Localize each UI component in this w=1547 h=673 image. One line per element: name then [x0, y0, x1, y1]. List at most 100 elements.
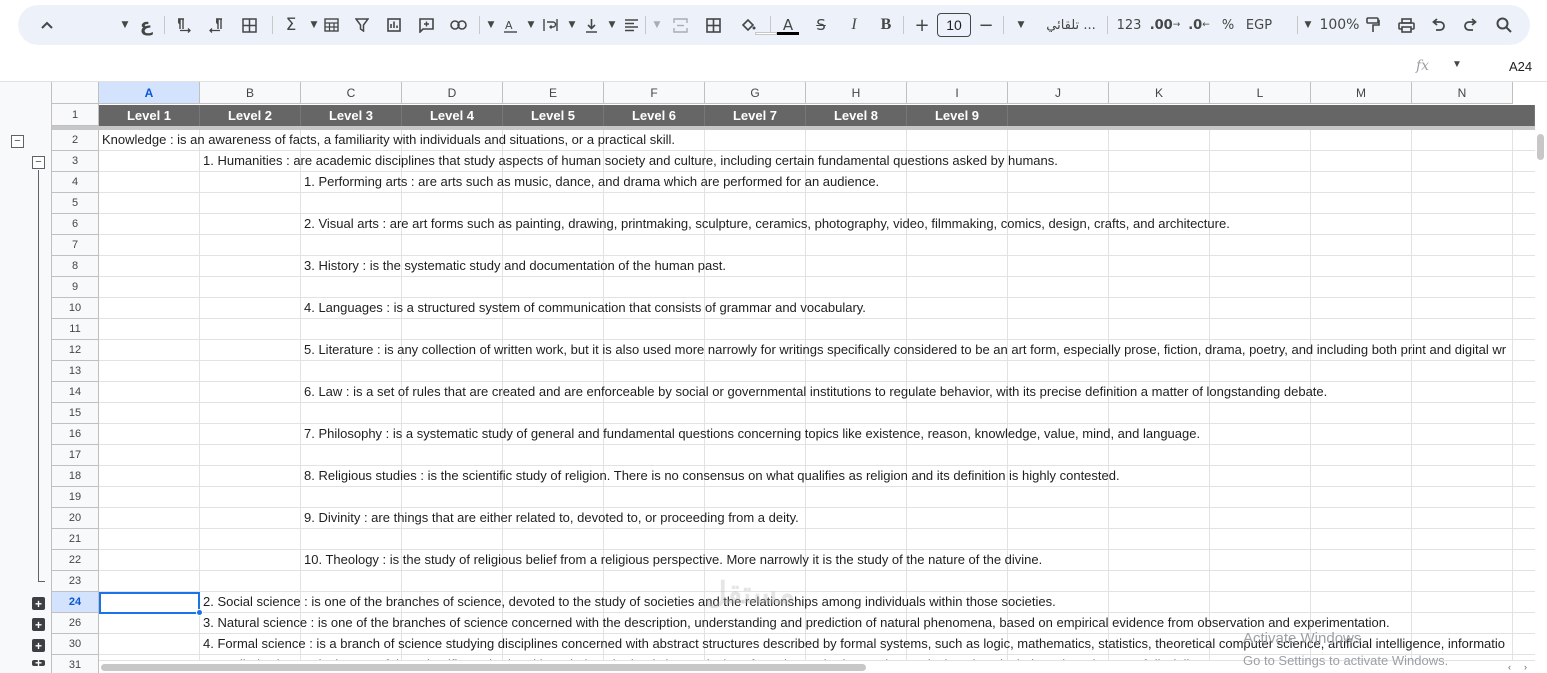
column-header-k[interactable]: K: [1109, 82, 1210, 104]
row-header-23[interactable]: 23: [52, 571, 99, 592]
row-header-17[interactable]: 17: [52, 445, 99, 466]
functions-dropdown-icon[interactable]: ▼: [308, 5, 320, 45]
strikethrough-icon[interactable]: S: [810, 5, 832, 45]
ltr-text-direction-icon[interactable]: [173, 5, 195, 45]
column-header-i[interactable]: I: [907, 82, 1008, 104]
select-all-corner[interactable]: [52, 82, 99, 104]
decrease-decimal-button[interactable]: .0 ←: [1184, 5, 1214, 45]
vertical-align-icon[interactable]: [580, 5, 602, 45]
expand-group-row24-button[interactable]: +: [32, 597, 45, 610]
header-cell-level-9[interactable]: Level 9: [907, 105, 1008, 126]
column-header-f[interactable]: F: [604, 82, 705, 104]
active-cell-a24[interactable]: [99, 592, 200, 614]
header-cell-level-7[interactable]: Level 7: [705, 105, 806, 126]
column-header-l[interactable]: L: [1210, 82, 1311, 104]
text-color-icon[interactable]: A: [777, 5, 799, 45]
column-header-e[interactable]: E: [503, 82, 604, 104]
cell-row-7[interactable]: [304, 235, 1535, 255]
italic-icon[interactable]: I: [843, 5, 865, 45]
number-format-button[interactable]: 123: [1115, 5, 1143, 45]
row-header-31[interactable]: 31: [52, 655, 99, 673]
vertical-align-dropdown-icon[interactable]: ▼: [566, 5, 578, 45]
column-header-c[interactable]: C: [301, 82, 402, 104]
cell-row-20[interactable]: 9. Divinity : are things that are either…: [304, 508, 1535, 528]
cell-row-12[interactable]: 5. Literature : is any collection of wri…: [304, 340, 1535, 360]
undo-icon[interactable]: [1426, 5, 1450, 45]
cell-row-6[interactable]: 2. Visual arts : are art forms such as p…: [304, 214, 1535, 234]
header-cell-level-8[interactable]: Level 8: [806, 105, 907, 126]
percent-format-button[interactable]: %: [1218, 5, 1238, 45]
cell-row-2[interactable]: Knowledge : is an awareness of facts, a …: [102, 130, 1535, 150]
row-header-21[interactable]: 21: [52, 529, 99, 550]
cell-row-18[interactable]: 8. Religious studies : is the scientific…: [304, 466, 1535, 486]
collapse-group-level1-button[interactable]: −: [11, 135, 24, 148]
cell-row-11[interactable]: [304, 319, 1535, 339]
insert-comment-icon[interactable]: [415, 5, 437, 45]
cell-row-13[interactable]: [304, 361, 1535, 381]
row-header-7[interactable]: 7: [52, 235, 99, 256]
cell-row-16[interactable]: 7. Philosophy : is a systematic study of…: [304, 424, 1535, 444]
row-header-14[interactable]: 14: [52, 382, 99, 403]
text-rotation-dropdown-icon[interactable]: ▼: [485, 5, 497, 45]
zoom-select[interactable]: ▼ 100%: [1305, 5, 1360, 45]
row-header-20[interactable]: 20: [52, 508, 99, 529]
scroll-right-icon[interactable]: ›: [1524, 662, 1527, 672]
column-header-b[interactable]: B: [200, 82, 301, 104]
column-header-d[interactable]: D: [402, 82, 503, 104]
cell-row-8[interactable]: 3. History : is the systematic study and…: [304, 256, 1535, 276]
currency-format-button[interactable]: EGP: [1244, 5, 1274, 45]
row-header-18[interactable]: 18: [52, 466, 99, 487]
increase-decimal-button[interactable]: .00 →: [1149, 5, 1181, 45]
decrease-font-size-icon[interactable]: −: [975, 5, 997, 45]
column-header-a[interactable]: A: [99, 82, 200, 104]
fill-color-icon[interactable]: [737, 5, 759, 45]
insert-chart-icon[interactable]: [383, 5, 405, 45]
column-header-n[interactable]: N: [1412, 82, 1513, 104]
font-size-input[interactable]: 10: [937, 13, 971, 37]
table-view-icon[interactable]: [320, 5, 342, 45]
scroll-left-icon[interactable]: ‹: [1508, 662, 1511, 672]
row-header-3[interactable]: 3: [52, 151, 99, 172]
text-wrapping-icon[interactable]: [539, 5, 561, 45]
borders-icon[interactable]: [702, 5, 724, 45]
cell-row-24[interactable]: 2. Social science : is one of the branch…: [203, 592, 1535, 612]
expand-group-row30-button[interactable]: +: [32, 639, 45, 652]
input-tools-icon[interactable]: ع: [137, 5, 155, 45]
column-header-j[interactable]: J: [1008, 82, 1109, 104]
cell-row-10[interactable]: 4. Languages : is a structured system of…: [304, 298, 1535, 318]
row-header-24[interactable]: 24: [52, 592, 99, 613]
row-header-26[interactable]: 26: [52, 613, 99, 634]
input-tools-dropdown-icon[interactable]: ▼: [118, 5, 132, 45]
expand-group-row26-button[interactable]: +: [32, 618, 45, 631]
horizontal-align-icon[interactable]: [620, 5, 642, 45]
row-header-11[interactable]: 11: [52, 319, 99, 340]
cell-row-5[interactable]: [304, 193, 1535, 213]
name-box-dropdown-icon[interactable]: ▼: [1452, 59, 1462, 70]
header-cell-level-3[interactable]: Level 3: [301, 105, 402, 126]
header-cell-level-4[interactable]: Level 4: [402, 105, 503, 126]
row-header-15[interactable]: 15: [52, 403, 99, 424]
filter-icon[interactable]: [351, 5, 373, 45]
row-header-6[interactable]: 6: [52, 214, 99, 235]
header-cell-level-2[interactable]: Level 2: [200, 105, 301, 126]
row-header-16[interactable]: 16: [52, 424, 99, 445]
row-header-2[interactable]: 2: [52, 130, 99, 151]
redo-icon[interactable]: [1459, 5, 1483, 45]
column-header-h[interactable]: H: [806, 82, 907, 104]
bold-icon[interactable]: B: [875, 5, 897, 45]
expand-group-row31-button[interactable]: +: [32, 660, 45, 666]
header-cell-level-6[interactable]: Level 6: [604, 105, 705, 126]
search-icon[interactable]: [1492, 5, 1516, 45]
row-header-8[interactable]: 8: [52, 256, 99, 277]
horizontal-scrollbar-thumb[interactable]: [101, 664, 866, 671]
header-cell-level-5[interactable]: Level 5: [503, 105, 604, 126]
column-header-m[interactable]: M: [1311, 82, 1412, 104]
cell-row-23[interactable]: [304, 571, 1535, 591]
vertical-scrollbar-thumb[interactable]: [1537, 134, 1544, 160]
collapse-menus-icon[interactable]: [36, 5, 58, 45]
cell-row-4[interactable]: 1. Performing arts : are arts such as mu…: [304, 172, 1535, 192]
print-icon[interactable]: [1394, 5, 1418, 45]
insert-link-icon[interactable]: [447, 5, 469, 45]
fill-handle[interactable]: [196, 609, 203, 616]
font-family-dropdown-icon[interactable]: ▼: [1012, 5, 1030, 45]
